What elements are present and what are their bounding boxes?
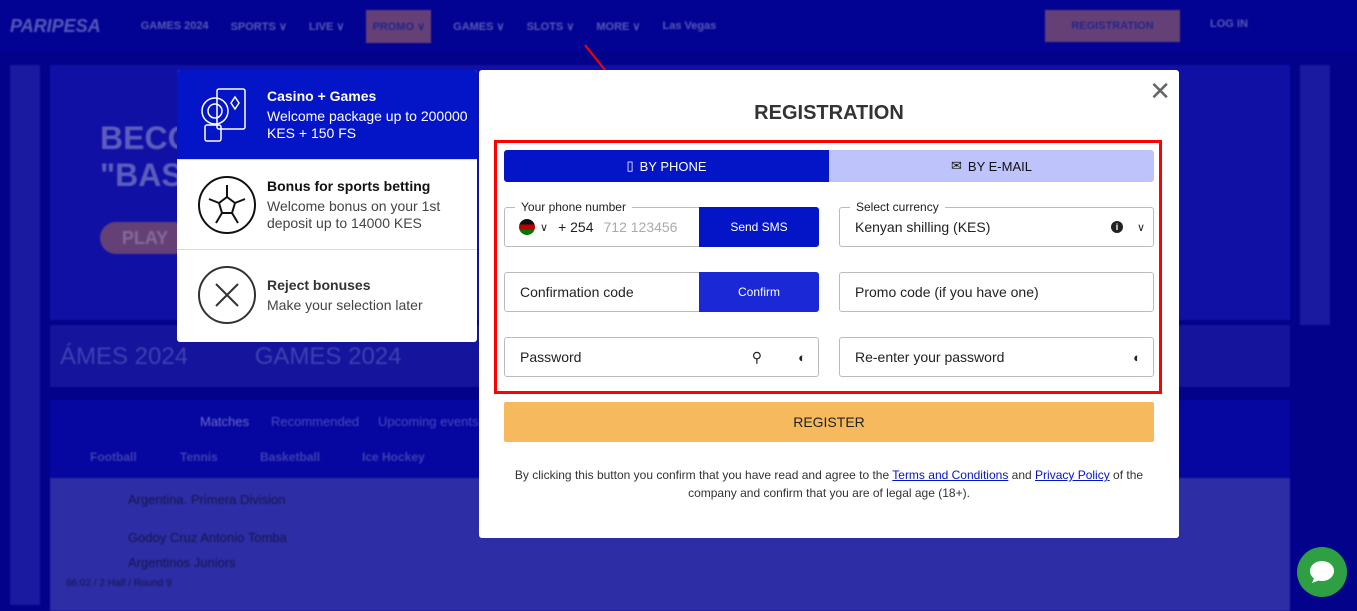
registration-modal: ✕ REGISTRATION ▯ BY PHONE ✉ BY E-MAIL Your…: [479, 70, 1179, 538]
bonus-selector: Casino + Games Welcome package up to 2000…: [177, 70, 477, 342]
header-login-button[interactable]: LOG IN: [1210, 18, 1248, 30]
tab-by-phone[interactable]: ▯ BY PHONE: [504, 150, 829, 182]
eye-slash-icon[interactable]: ◐: [798, 350, 806, 365]
bonus-title: Casino + Games: [267, 87, 377, 104]
password-input[interactable]: Password ⚲ ◐: [504, 337, 819, 377]
right-sidebar: [1300, 65, 1330, 325]
confirm-button[interactable]: Confirm: [699, 272, 819, 312]
password-placeholder: Password: [520, 349, 582, 365]
league-name: Argentina. Primera Division: [128, 492, 286, 507]
team-2: Argentinos Juniors: [128, 555, 236, 570]
header-registration-button[interactable]: REGISTRATION: [1045, 10, 1180, 42]
info-icon[interactable]: i: [1111, 221, 1123, 233]
terms-part: and: [1008, 468, 1036, 482]
chevron-down-icon: ∨: [1136, 221, 1145, 234]
promo-placeholder: Promo code (if you have one): [855, 284, 1039, 300]
phone-input[interactable]: 712 123456: [604, 219, 678, 235]
team-1: Godoy Cruz Antonio Tomba: [128, 530, 287, 545]
tab-recommended[interactable]: Recommended: [271, 414, 359, 429]
circle-x-icon: [198, 266, 256, 324]
register-button[interactable]: REGISTER: [504, 402, 1154, 442]
sport-tennis[interactable]: Tennis: [180, 450, 218, 464]
eye-slash-icon[interactable]: ◐: [1133, 350, 1141, 365]
chat-button[interactable]: [1297, 547, 1347, 597]
terms-text: By clicking this button you confirm that…: [509, 466, 1149, 502]
tab-label: BY E-MAIL: [967, 158, 1032, 174]
match-info: 86:02 / 2 Half / Round 9: [66, 578, 172, 589]
privacy-link[interactable]: Privacy Policy: [1035, 468, 1110, 482]
tab-upcoming-events[interactable]: Upcoming events: [378, 414, 478, 429]
envelope-icon: ✉: [951, 158, 962, 173]
sport-basketball[interactable]: Basketball: [260, 450, 320, 464]
confirmation-placeholder: Confirmation code: [520, 284, 634, 300]
promo-code-input[interactable]: Promo code (if you have one): [839, 272, 1154, 312]
phone-icon: ▯: [626, 158, 634, 173]
phone-field[interactable]: Your phone number ∨ + 254 712 123456 Sen…: [504, 200, 819, 247]
confirmation-code-input[interactable]: Confirmation code Confirm: [504, 272, 819, 312]
phone-label: Your phone number: [515, 200, 632, 214]
bonus-desc: Welcome package up to 200000 KES + 150 F…: [267, 107, 468, 141]
currency-value: Kenyan shilling (KES): [855, 219, 991, 235]
key-icon[interactable]: ⚲: [752, 349, 762, 366]
tab-label: BY PHONE: [639, 158, 707, 174]
bonus-desc: Make your selection later: [267, 296, 423, 313]
registration-tabs: ▯ BY PHONE ✉ BY E-MAIL: [504, 150, 1154, 182]
chat-bubble-icon: [1310, 561, 1334, 583]
tab-by-email[interactable]: ✉ BY E-MAIL: [829, 150, 1154, 182]
send-sms-button[interactable]: Send SMS: [699, 207, 819, 247]
tab-matches[interactable]: Matches: [200, 414, 249, 429]
currency-select[interactable]: Select currency Kenyan shilling (KES) i …: [839, 200, 1154, 247]
chevron-down-icon[interactable]: ∨: [540, 221, 548, 234]
bonus-option-reject[interactable]: Reject bonuses Make your selection later: [177, 250, 477, 340]
country-code: + 254: [558, 219, 594, 235]
reenter-password-input[interactable]: Re-enter your password ◐: [839, 337, 1154, 377]
bonus-title: Bonus for sports betting: [267, 177, 431, 194]
kenya-flag-icon[interactable]: [519, 219, 535, 235]
casino-chips-cards-icon: [201, 87, 246, 142]
bonus-option-sports[interactable]: Bonus for sports betting Welcome bonus on…: [177, 160, 477, 250]
sport-ice-hockey[interactable]: Ice Hockey: [362, 450, 425, 464]
currency-label: Select currency: [850, 200, 945, 214]
modal-title: REGISTRATION: [754, 102, 904, 124]
bonus-desc: Welcome bonus on your 1st deposit up to …: [267, 197, 441, 231]
terms-link[interactable]: Terms and Conditions: [892, 468, 1008, 482]
bonus-option-casino[interactable]: Casino + Games Welcome package up to 2000…: [177, 70, 477, 160]
repassword-placeholder: Re-enter your password: [855, 349, 1005, 365]
left-sidebar: [10, 65, 40, 605]
soccer-ball-icon: [198, 175, 256, 234]
bonus-title: Reject bonuses: [267, 276, 371, 293]
terms-part: By clicking this button you confirm that…: [514, 468, 893, 482]
sport-football[interactable]: Football: [90, 450, 137, 464]
